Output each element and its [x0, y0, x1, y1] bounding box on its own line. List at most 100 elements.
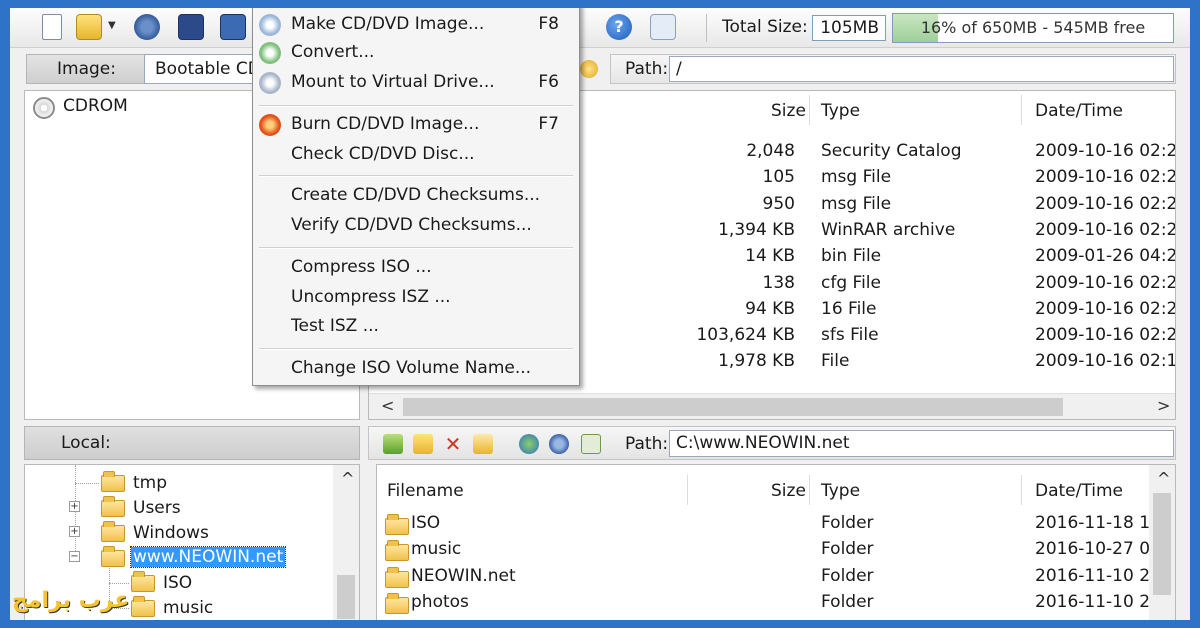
- iso-cell-type: Security Catalog: [821, 141, 962, 161]
- menu-item-make-image[interactable]: Make CD/DVD Image... F8: [253, 11, 579, 39]
- iso-cell-date: 2009-10-16 02:27: [1035, 193, 1176, 214]
- iso-cell-size: 950: [762, 193, 795, 214]
- menu-separator: [259, 247, 573, 249]
- tree-item-iso[interactable]: ISO: [163, 573, 192, 593]
- local-table-row[interactable]: music Folder 2016-10-27 05:1: [377, 539, 1175, 563]
- settings-gear-icon[interactable]: [549, 434, 569, 454]
- total-size-label: Total Size:: [722, 17, 808, 37]
- new-folder-icon[interactable]: [413, 434, 433, 454]
- menu-item-label: Compress ISO ...: [291, 257, 432, 277]
- scroll-up-arrow-icon[interactable]: ^: [341, 469, 354, 488]
- globe-icon[interactable]: [519, 434, 539, 454]
- tree-item-windows[interactable]: Windows: [133, 523, 209, 543]
- tree-connector: [75, 483, 99, 484]
- tree-item-users[interactable]: Users: [133, 498, 181, 518]
- local-path-field[interactable]: C:\www.NEOWIN.net: [669, 430, 1174, 457]
- iso-path-bar: Path: /: [610, 54, 1176, 84]
- hscroll-thumb[interactable]: [403, 398, 1063, 416]
- folder-icon: [385, 592, 409, 614]
- iso-path-label: Path:: [625, 59, 669, 79]
- watermark-logo: عرب برامج: [12, 588, 130, 613]
- scroll-right-arrow-icon[interactable]: >: [1157, 396, 1170, 415]
- image-properties-icon[interactable]: [580, 60, 598, 78]
- iso-cell-size: 1,394 KB: [718, 219, 795, 240]
- iso-cell-size: 105: [762, 167, 795, 188]
- open-folder-icon[interactable]: [76, 14, 102, 40]
- iso-cell-type: sfs File: [821, 325, 879, 346]
- menu-item-label: Create CD/DVD Checksums...: [291, 185, 541, 205]
- iso-header-size[interactable]: Size: [771, 101, 806, 121]
- menu-item-check-disc[interactable]: Check CD/DVD Disc...: [253, 141, 579, 169]
- tree-connector: [109, 583, 129, 584]
- menu-item-convert[interactable]: Convert...: [253, 39, 579, 67]
- local-header-type[interactable]: Type: [821, 481, 860, 501]
- save-icon[interactable]: [178, 14, 204, 40]
- local-table-row[interactable]: ISO Folder 2016-11-18 18:5: [377, 513, 1175, 537]
- menu-item-verify-checksums[interactable]: Verify CD/DVD Checksums...: [253, 212, 579, 240]
- go-up-icon[interactable]: [383, 434, 403, 454]
- iso-header-type[interactable]: Type: [821, 101, 860, 121]
- exit-icon[interactable]: [650, 14, 676, 40]
- menu-item-label: Test ISZ ...: [291, 316, 379, 336]
- folder-icon: [385, 540, 409, 562]
- iso-list-hscrollbar[interactable]: < >: [369, 393, 1175, 419]
- total-size-value: 105MB: [812, 15, 886, 41]
- local-table-row[interactable]: photos Folder 2016-11-10 22:5: [377, 591, 1175, 616]
- local-cell-type: Folder: [821, 539, 874, 560]
- folder-icon: [131, 571, 155, 592]
- iso-cell-size: 138: [762, 272, 795, 293]
- menu-item-change-volume-name[interactable]: Change ISO Volume Name...: [253, 355, 579, 383]
- iso-cell-date: 2009-10-16 02:27: [1035, 325, 1176, 346]
- header-divider: [687, 475, 688, 505]
- menu-item-create-checksums[interactable]: Create CD/DVD Checksums...: [253, 182, 579, 210]
- scroll-left-arrow-icon[interactable]: <: [381, 396, 394, 415]
- tree-item-music[interactable]: music: [163, 598, 213, 618]
- local-header: Local:: [24, 426, 360, 460]
- expand-icon[interactable]: +: [69, 526, 80, 537]
- local-tree-vscrollbar[interactable]: ^: [333, 465, 359, 620]
- iso-header-date[interactable]: Date/Time: [1035, 101, 1123, 121]
- menu-item-test-isz[interactable]: Test ISZ ...: [253, 313, 579, 341]
- tree-item-neowin-selected[interactable]: www.NEOWIN.net: [129, 546, 287, 568]
- iso-cell-type: File: [821, 351, 850, 372]
- toolbar: ▼ ? Total Size: 105MB 16% of 650MB - 545…: [10, 8, 1190, 48]
- vscroll-thumb[interactable]: [1153, 493, 1171, 595]
- menu-item-label: Check CD/DVD Disc...: [291, 144, 475, 164]
- delete-icon[interactable]: ✕: [443, 434, 463, 454]
- scroll-up-arrow-icon[interactable]: ^: [1157, 469, 1170, 488]
- menu-item-uncompress-isz[interactable]: Uncompress ISZ ...: [253, 284, 579, 312]
- local-list-vscrollbar[interactable]: ^: [1149, 465, 1175, 620]
- iso-cell-size: 2,048: [746, 141, 795, 161]
- iso-tree-root[interactable]: CDROM: [63, 96, 128, 116]
- iso-cell-type: 16 File: [821, 298, 877, 319]
- extract-icon[interactable]: [134, 14, 160, 40]
- menu-item-label: Make CD/DVD Image...: [291, 14, 485, 34]
- refresh-icon[interactable]: [581, 434, 601, 454]
- folder-icon: [101, 471, 125, 492]
- new-file-icon[interactable]: [42, 14, 62, 40]
- local-header-size[interactable]: Size: [771, 481, 806, 501]
- folder-icon: [385, 514, 409, 535]
- menu-item-mount[interactable]: Mount to Virtual Drive... F6: [253, 69, 579, 97]
- local-cell-filename: photos: [411, 591, 469, 612]
- iso-path-field[interactable]: /: [669, 56, 1174, 82]
- menu-item-burn[interactable]: Burn CD/DVD Image... F7: [253, 111, 579, 139]
- rename-icon[interactable]: [473, 434, 493, 454]
- menu-shortcut: F6: [538, 72, 559, 92]
- iso-cell-type: WinRAR archive: [821, 219, 956, 240]
- open-dropdown-caret-icon[interactable]: ▼: [108, 20, 116, 31]
- tools-context-menu: Make CD/DVD Image... F8 Convert... Mount…: [252, 8, 580, 386]
- help-icon[interactable]: ?: [606, 14, 632, 40]
- vscroll-thumb[interactable]: [337, 575, 355, 619]
- collapse-icon[interactable]: −: [69, 551, 80, 562]
- save-as-icon[interactable]: [220, 14, 246, 40]
- local-table-row[interactable]: NEOWIN.net Folder 2016-11-10 22:5: [377, 566, 1175, 590]
- menu-item-label: Change ISO Volume Name...: [291, 358, 532, 378]
- tree-item-tmp[interactable]: tmp: [133, 473, 167, 493]
- iso-cell-type: msg File: [821, 193, 892, 214]
- toolbar-separator: [706, 14, 707, 42]
- local-header-date[interactable]: Date/Time: [1035, 481, 1123, 501]
- menu-item-compress-iso[interactable]: Compress ISO ...: [253, 254, 579, 282]
- local-header-filename[interactable]: Filename: [387, 481, 464, 501]
- expand-icon[interactable]: +: [69, 501, 80, 512]
